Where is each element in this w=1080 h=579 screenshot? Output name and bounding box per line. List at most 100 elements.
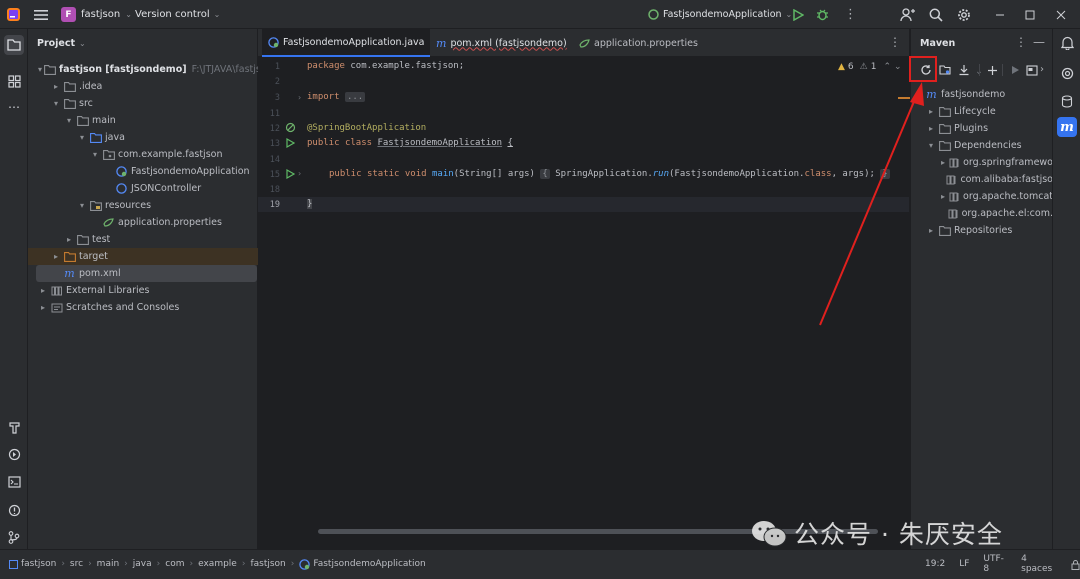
breadcrumb-item[interactable]: example xyxy=(198,559,237,569)
chevron-right-icon[interactable]: › xyxy=(1040,64,1044,75)
run-main-gutter-icon[interactable] xyxy=(285,168,296,182)
version-control-icon[interactable] xyxy=(4,527,24,547)
chevron-right-icon[interactable]: ▸ xyxy=(38,286,48,295)
tree-item[interactable]: application.properties xyxy=(28,214,258,231)
spring-bean-gutter-icon[interactable] xyxy=(285,122,296,136)
app-logo-icon[interactable] xyxy=(6,0,21,29)
notifications-bell-icon[interactable] xyxy=(1057,33,1077,53)
execute-goal-icon[interactable] xyxy=(1024,62,1040,78)
run-maven-build-icon[interactable] xyxy=(1007,62,1023,78)
minimize-window-icon[interactable] xyxy=(995,0,1005,29)
code-line-13[interactable]: public class FastjsondemoApplication { xyxy=(307,138,513,148)
code-line-1[interactable]: package com.example.fastjson; xyxy=(307,61,464,71)
file-encoding[interactable]: UTF-8 xyxy=(983,554,1007,574)
chevron-down-icon[interactable]: ▾ xyxy=(51,99,61,108)
line-number: 18 xyxy=(269,185,280,195)
breadcrumb-item[interactable]: com xyxy=(165,559,184,569)
tree-item[interactable]: FastjsondemoApplication xyxy=(28,163,258,180)
database-icon[interactable] xyxy=(1057,91,1077,111)
chevron-right-icon[interactable]: ▸ xyxy=(939,158,947,167)
breadcrumb-item[interactable]: FastjsondemoApplication xyxy=(299,558,426,570)
code-line-12[interactable]: @SpringBootApplication xyxy=(307,123,426,133)
hide-panel-icon[interactable]: — xyxy=(1033,35,1045,49)
ai-assistant-icon[interactable] xyxy=(1057,63,1077,83)
line-ending[interactable]: LF xyxy=(959,559,969,569)
run-icon[interactable] xyxy=(792,0,804,29)
chevron-right-icon: › xyxy=(156,559,161,569)
fold-arrow-icon[interactable]: › xyxy=(298,93,301,102)
breadcrumb-item[interactable]: java xyxy=(133,559,152,569)
tree-item[interactable]: ▸ target xyxy=(28,248,258,265)
add-maven-project-icon[interactable] xyxy=(984,62,1000,78)
services-icon[interactable] xyxy=(4,444,24,464)
watermark: 公众号 · 朱厌安全 xyxy=(750,515,1003,551)
tree-item[interactable]: ▾ com.example.fastjson xyxy=(28,146,258,163)
breadcrumb-item[interactable]: main xyxy=(97,559,120,569)
maven-options-icon[interactable]: ⋮ xyxy=(1015,35,1027,49)
tab-application-properties[interactable]: application.properties xyxy=(573,29,704,57)
code-line-3[interactable]: import ... xyxy=(307,92,366,102)
search-icon[interactable] xyxy=(929,0,943,29)
indent-setting[interactable]: 4 spaces xyxy=(1021,554,1057,574)
tree-item-label: com.example.fastjson xyxy=(118,149,223,160)
chevron-down-icon[interactable]: ▾ xyxy=(77,201,87,210)
chevron-right-icon[interactable]: ▸ xyxy=(51,252,61,261)
breadcrumb-label: fastjson xyxy=(250,559,286,569)
add-user-icon[interactable] xyxy=(900,0,915,29)
project-panel-header[interactable]: Project ⌄ xyxy=(37,29,86,57)
project-switcher[interactable]: F fastjson ⌄ xyxy=(61,0,132,29)
caret-position[interactable]: 19:2 xyxy=(925,559,945,569)
tree-item[interactable]: ▸ External Libraries xyxy=(28,282,258,299)
chevron-right-icon[interactable]: ▸ xyxy=(38,303,48,312)
project-tool-window-icon[interactable] xyxy=(4,35,24,55)
tree-item[interactable]: ▾ java xyxy=(28,129,258,146)
code-line-19[interactable]: } xyxy=(307,199,313,209)
breadcrumb-item[interactable]: src xyxy=(70,559,83,569)
line-number: 11 xyxy=(269,109,280,119)
tree-item[interactable]: ▾ resources xyxy=(28,197,258,214)
tree-item[interactable]: ▾ main xyxy=(28,112,258,129)
tab-fastjsondemo-application[interactable]: FastjsondemoApplication.java xyxy=(262,29,431,57)
tree-item[interactable]: ▸ Scratches and Consoles xyxy=(28,299,258,316)
vcs-widget[interactable]: Version control ⌄ xyxy=(135,0,220,29)
tree-item[interactable]: ▸ .idea xyxy=(28,78,258,95)
chevron-right-icon[interactable]: ▸ xyxy=(51,82,61,91)
structure-icon[interactable] xyxy=(4,71,24,91)
chevron-down-icon[interactable]: ▾ xyxy=(90,150,100,159)
chevron-right-icon[interactable]: ▸ xyxy=(939,192,947,201)
tree-item[interactable]: ▸ test xyxy=(28,231,258,248)
folded-imports[interactable]: ... xyxy=(344,92,366,102)
line-number: 12 xyxy=(269,124,280,134)
debug-icon[interactable] xyxy=(816,0,829,29)
maven-tool-window-icon[interactable]: m xyxy=(1057,117,1077,137)
tree-item[interactable]: ▾ fastjson [fastjsondemo] F:\JTJAVA\fastjs… xyxy=(28,61,273,78)
maximize-window-icon[interactable] xyxy=(1025,0,1035,29)
problems-icon[interactable] xyxy=(4,500,24,520)
lock-icon[interactable] xyxy=(1071,559,1080,570)
chevron-down-icon[interactable]: ▾ xyxy=(64,116,74,125)
build-hammer-icon[interactable] xyxy=(4,417,24,437)
code-token: FastjsondemoApplication xyxy=(377,138,503,148)
run-config-selector[interactable]: FastjsondemoApplication ⌄ xyxy=(648,0,792,29)
download-sources-icon[interactable] xyxy=(956,62,972,78)
main-menu-icon[interactable] xyxy=(34,0,48,29)
chevron-down-icon[interactable]: ▾ xyxy=(38,65,42,74)
terminal-icon[interactable] xyxy=(4,472,24,492)
fold-arrow-icon[interactable]: › xyxy=(298,169,301,178)
tree-item[interactable]: m pom.xml xyxy=(36,265,257,282)
breadcrumb-item[interactable]: fastjson xyxy=(9,559,56,569)
chevron-down-icon[interactable]: ▾ xyxy=(77,133,87,142)
more-actions-icon[interactable]: ⋮ xyxy=(844,0,857,29)
tree-item[interactable]: ▾ src xyxy=(28,95,258,112)
tab-options-icon[interactable]: ⋮ xyxy=(889,35,901,49)
settings-gear-icon[interactable] xyxy=(957,0,971,29)
code-token: main xyxy=(431,169,454,179)
tree-item[interactable]: JSONController xyxy=(28,180,258,197)
tab-pom-xml[interactable]: m pom.xml (fastjsondemo) xyxy=(430,29,573,57)
line-number: 15 xyxy=(269,170,280,180)
close-window-icon[interactable] xyxy=(1056,0,1066,29)
more-tool-windows-icon[interactable]: ⋯ xyxy=(4,97,24,117)
chevron-right-icon[interactable]: ▸ xyxy=(64,235,74,244)
breadcrumb-item[interactable]: fastjson xyxy=(250,559,285,569)
run-class-gutter-icon[interactable] xyxy=(285,137,296,151)
